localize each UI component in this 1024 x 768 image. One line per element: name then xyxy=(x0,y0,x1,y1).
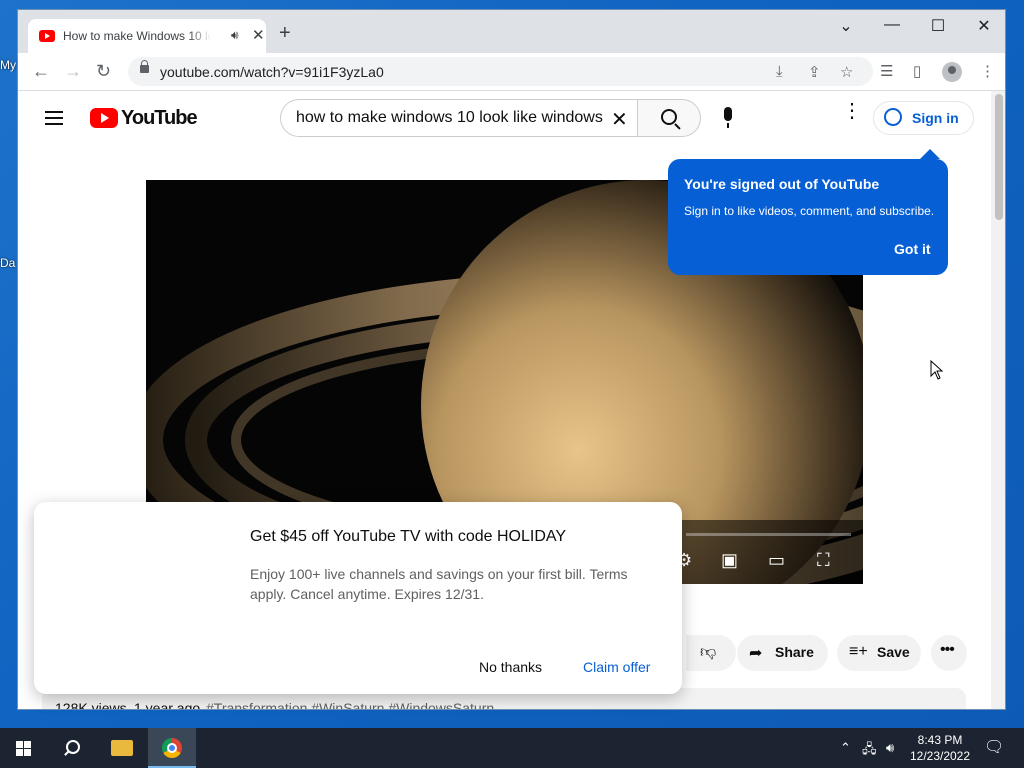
sign-in-button[interactable]: Sign in xyxy=(873,101,974,135)
lock-icon[interactable] xyxy=(140,60,149,73)
promo-headline: Get $45 off YouTube TV with code HOLIDAY xyxy=(250,528,567,545)
upload-age: 1 year ago xyxy=(134,700,201,710)
scrollbar-thumb[interactable] xyxy=(995,94,1003,220)
show-hidden-icons-chevron-icon[interactable]: ⌃ xyxy=(840,740,851,756)
search-icon xyxy=(661,109,677,125)
clear-search-icon[interactable]: ✕ xyxy=(611,107,628,132)
tab-search-chevron-down-icon[interactable]: ⌄ xyxy=(836,16,856,36)
browser-tab[interactable]: How to make Windows 10 lo 🔊︎ ✕ xyxy=(28,19,266,53)
install-app-icon[interactable]: ⤓ xyxy=(776,63,783,80)
bookmark-star-icon[interactable]: ☆ xyxy=(840,63,853,81)
close-window-button[interactable]: ✕ xyxy=(974,16,994,36)
search-input[interactable]: how to make windows 10 look like windows… xyxy=(280,99,638,137)
sign-in-label: Sign in xyxy=(912,110,959,126)
desktop-icon-label[interactable]: Da xyxy=(0,256,18,270)
mouse-cursor-icon xyxy=(930,360,944,380)
windows-logo-icon xyxy=(16,741,32,756)
reload-button[interactable]: ↻ xyxy=(96,61,111,82)
start-button[interactable] xyxy=(0,728,48,768)
share-label: Share xyxy=(775,644,814,660)
more-options-icon[interactable]: ⋮ xyxy=(842,101,862,121)
chrome-icon xyxy=(162,738,182,758)
tab-title: How to make Windows 10 lo xyxy=(63,29,211,43)
hashtags[interactable]: #Transformation #WinSaturn #WindowsSatur… xyxy=(206,700,494,709)
youtube-play-icon xyxy=(90,108,118,128)
close-tab-icon[interactable]: ✕ xyxy=(252,26,265,44)
maximize-button[interactable]: ☐ xyxy=(928,16,948,36)
address-bar[interactable]: youtube.com/watch?v=91i1F3yzLa0 ⤓ ⇪ ☆ xyxy=(128,57,873,86)
taskbar-clock[interactable]: 8:43 PM 12/23/2022 xyxy=(905,732,975,764)
browser-toolbar: ← → ↻ youtube.com/watch?v=91i1F3yzLa0 ⤓ … xyxy=(18,53,1005,91)
tooltip-body: Sign in to like videos, comment, and sub… xyxy=(684,204,935,218)
fullscreen-icon[interactable]: ⛶ xyxy=(817,550,830,571)
got-it-button[interactable]: Got it xyxy=(894,241,931,257)
theater-mode-icon[interactable]: ▭ xyxy=(768,550,785,571)
new-tab-button[interactable]: + xyxy=(279,23,291,43)
thumbs-down-icon: 👎︎ xyxy=(700,644,717,661)
tab-strip: How to make Windows 10 lo 🔊︎ ✕ + ⌄ — ☐ ✕ xyxy=(18,10,1005,53)
network-icon[interactable]: 🖧︎ xyxy=(862,740,877,762)
account-icon xyxy=(884,108,902,126)
save-label: Save xyxy=(877,644,910,660)
page-scrollbar[interactable] xyxy=(991,91,1005,709)
promo-body: Enjoy 100+ live channels and savings on … xyxy=(250,566,628,602)
search-query[interactable]: how to make windows 10 look like windows xyxy=(296,109,609,127)
media-control-icon[interactable]: ☰ xyxy=(880,62,893,80)
search-button[interactable] xyxy=(637,99,701,137)
forward-button[interactable]: → xyxy=(64,61,82,82)
hamburger-menu-icon[interactable] xyxy=(45,111,63,125)
dislike-button[interactable]: 👎︎ xyxy=(686,635,736,671)
no-thanks-button[interactable]: No thanks xyxy=(479,659,542,675)
more-actions-button[interactable]: ••• xyxy=(931,635,967,671)
windows-taskbar: ⌃ 🖧︎ 🔊︎ 8:43 PM 12/23/2022 🗨︎ xyxy=(0,728,1024,768)
profile-avatar-icon[interactable] xyxy=(942,62,962,82)
side-panel-icon[interactable]: ▯ xyxy=(913,62,921,80)
view-count: 128K views xyxy=(55,700,127,710)
share-page-icon[interactable]: ⇪ xyxy=(808,63,821,81)
claim-offer-button[interactable]: Claim offer xyxy=(583,659,650,675)
share-button[interactable]: ➦ Share xyxy=(737,635,828,671)
add-to-playlist-icon: ≡+ xyxy=(849,643,868,660)
url-text[interactable]: youtube.com/watch?v=91i1F3yzLa0 xyxy=(160,64,384,80)
share-icon: ➦ xyxy=(749,645,763,662)
tooltip-title: You're signed out of YouTube xyxy=(684,176,880,192)
progress-bar-segment[interactable] xyxy=(686,533,851,536)
minimize-button[interactable]: — xyxy=(882,16,902,34)
save-button[interactable]: ≡+ Save xyxy=(837,635,921,671)
youtube-wordmark: YouTube xyxy=(121,107,198,129)
signed-out-tooltip: You're signed out of YouTube Sign in to … xyxy=(668,149,948,275)
file-explorer-button[interactable] xyxy=(98,728,146,768)
volume-icon[interactable]: 🔊︎ xyxy=(886,740,894,756)
speaker-icon[interactable]: 🔊︎ xyxy=(231,28,239,43)
chrome-taskbar-button[interactable] xyxy=(148,728,196,768)
microphone-icon[interactable] xyxy=(724,107,732,128)
more-horizontal-icon: ••• xyxy=(940,641,955,658)
taskbar-search-button[interactable] xyxy=(48,728,96,768)
folder-icon xyxy=(111,740,133,756)
youtube-favicon-icon xyxy=(39,30,55,42)
clock-date: 12/23/2022 xyxy=(909,749,971,763)
search-icon xyxy=(66,740,80,754)
notification-center-icon[interactable]: 🗨︎ xyxy=(984,737,1004,757)
clock-time: 8:43 PM xyxy=(917,733,963,747)
back-button[interactable]: ← xyxy=(32,61,50,82)
chrome-menu-icon[interactable]: ⋮ xyxy=(980,62,995,80)
youtube-tv-promo-dialog: Get $45 off YouTube TV with code HOLIDAY… xyxy=(34,502,682,694)
desktop-icon-label[interactable]: My xyxy=(0,58,18,72)
miniplayer-icon[interactable]: ▣ xyxy=(721,550,738,571)
